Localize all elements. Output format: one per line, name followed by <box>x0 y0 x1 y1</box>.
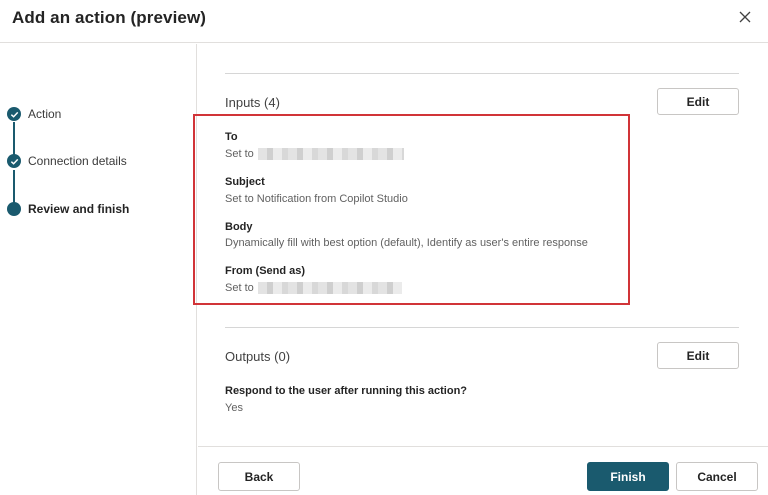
step-review-and-finish[interactable]: Review and finish <box>7 202 129 216</box>
finish-button[interactable]: Finish <box>587 462 669 491</box>
section-divider <box>225 73 739 74</box>
back-button[interactable]: Back <box>218 462 300 491</box>
dialog-footer: Back Finish Cancel <box>198 446 768 495</box>
outputs-section-title: Outputs (0) <box>225 349 291 364</box>
step-label: Action <box>28 107 62 121</box>
checkmark-icon <box>10 158 18 165</box>
step-connector <box>13 170 15 204</box>
dialog-header: Add an action (preview) <box>0 0 768 43</box>
close-icon <box>739 11 751 23</box>
step-action[interactable]: Action <box>7 107 61 121</box>
respond-question: Respond to the user after running this a… <box>225 385 468 397</box>
step-connector <box>13 122 15 156</box>
step-label: Connection details <box>28 154 127 168</box>
add-action-dialog: Add an action (preview) Action Connectio… <box>0 0 768 495</box>
inputs-section-title: Inputs (4) <box>225 95 280 110</box>
step-connection-details[interactable]: Connection details <box>7 154 127 168</box>
dialog-title: Add an action (preview) <box>12 8 207 27</box>
wizard-stepper: Action Connection details Review and fin… <box>0 44 197 495</box>
edit-inputs-button[interactable]: Edit <box>657 88 739 115</box>
cancel-button[interactable]: Cancel <box>676 462 758 491</box>
edit-outputs-button[interactable]: Edit <box>657 342 739 369</box>
step-label: Review and finish <box>28 202 130 216</box>
checkmark-icon <box>10 111 18 118</box>
close-button[interactable] <box>734 6 756 28</box>
section-divider <box>225 327 739 328</box>
step-current-indicator <box>7 202 21 216</box>
step-complete-indicator <box>7 107 21 121</box>
highlight-box <box>193 114 630 305</box>
review-panel: Inputs (4) Edit To Set to Subject Set to… <box>193 44 768 444</box>
respond-answer: Yes <box>225 402 243 414</box>
step-complete-indicator <box>7 154 21 168</box>
